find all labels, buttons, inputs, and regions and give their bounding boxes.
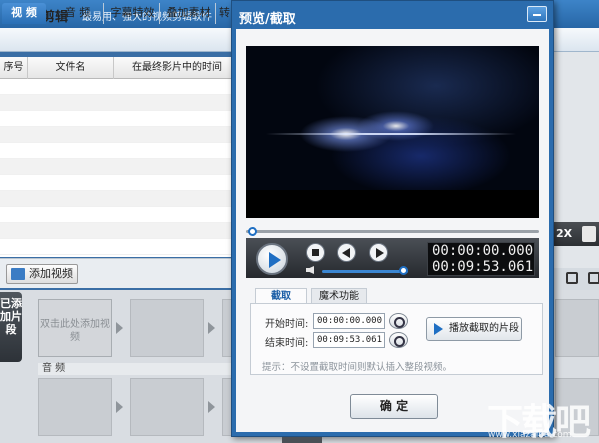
play-icon	[434, 323, 443, 335]
list-item[interactable]	[0, 239, 240, 255]
list-item[interactable]	[0, 111, 240, 127]
list-item[interactable]	[0, 223, 240, 239]
seek-handle[interactable]	[248, 227, 257, 236]
next-frame-button[interactable]	[369, 243, 388, 262]
stop-icon	[312, 249, 319, 256]
scissors-tab[interactable]	[282, 437, 322, 443]
arrow-icon	[208, 322, 215, 334]
play-button[interactable]	[256, 243, 288, 275]
seek-track[interactable]	[246, 230, 539, 233]
list-item[interactable]	[0, 175, 240, 191]
fullscreen-icon[interactable]	[582, 226, 596, 242]
pick-start-time-button[interactable]	[389, 313, 408, 329]
column-header-index[interactable]: 序号	[0, 57, 28, 79]
clip-slot[interactable]	[130, 299, 204, 357]
audio-track-label: 音 频	[38, 363, 238, 375]
arrow-icon	[116, 322, 123, 334]
file-list-header: 序号 文件名 在最终影片中的时间	[0, 57, 240, 79]
minimize-button[interactable]	[527, 6, 547, 22]
hint-text: 提示：不设置截取时间则默认插入整段视频。	[262, 362, 453, 373]
column-header-filename[interactable]: 文件名	[28, 57, 114, 79]
tab-video[interactable]: 视 频	[2, 3, 46, 24]
end-time-label: 结束时间:	[265, 338, 309, 349]
list-item[interactable]	[0, 159, 240, 175]
column-header-time[interactable]: 在最终影片中的时间	[114, 57, 240, 79]
clip-slot-placeholder: 双击此处添加视频	[40, 319, 110, 343]
film-icon	[11, 268, 25, 280]
speed-label[interactable]: 2X	[556, 227, 572, 240]
list-item[interactable]	[0, 143, 240, 159]
tab-overlay-material[interactable]: 叠加素材	[162, 3, 216, 24]
main-preview-area	[549, 52, 599, 292]
audio-slot[interactable]	[38, 378, 112, 436]
confirm-button[interactable]: 确 定	[350, 394, 438, 419]
tab-audio[interactable]: 音 频	[52, 3, 104, 24]
list-item[interactable]	[0, 95, 240, 111]
tab-transition[interactable]: 转	[218, 3, 231, 24]
start-time-input[interactable]: 00:00:00.000	[313, 313, 385, 329]
dialog-title: 预览/截取	[239, 12, 296, 27]
forward-icon	[376, 248, 384, 258]
list-item[interactable]	[0, 191, 240, 207]
clip-slot[interactable]	[555, 299, 599, 357]
end-time-input[interactable]: 00:09:53.061	[313, 332, 385, 348]
pick-end-time-button[interactable]	[389, 332, 408, 348]
seek-slider[interactable]	[246, 227, 539, 236]
audio-slot[interactable]	[130, 378, 204, 436]
video-preview-image[interactable]	[246, 46, 539, 190]
watermark-url: www.xiazaiba.com	[488, 430, 572, 440]
arrow-icon	[116, 401, 123, 413]
volume-handle[interactable]	[398, 266, 408, 275]
current-time: 00:00:00.000	[432, 243, 534, 259]
arrow-icon	[208, 401, 215, 413]
previous-frame-button[interactable]	[337, 243, 356, 262]
stop-button[interactable]	[306, 243, 325, 262]
file-list[interactable]	[0, 79, 240, 257]
total-time: 00:09:53.061	[432, 259, 534, 275]
tab-magic-functions[interactable]: 魔术功能	[311, 288, 367, 304]
list-item[interactable]	[0, 207, 240, 223]
save-icon[interactable]	[566, 272, 578, 284]
tab-subtitle-effects[interactable]: 字幕特效	[106, 3, 160, 24]
list-item[interactable]	[0, 127, 240, 143]
list-item[interactable]	[0, 79, 240, 95]
rewind-icon	[342, 248, 350, 258]
start-time-label: 开始时间:	[265, 319, 309, 330]
volume-slider[interactable]	[322, 270, 408, 273]
added-clips-label: 已添加片段	[0, 292, 22, 362]
export-icon[interactable]	[588, 272, 599, 284]
